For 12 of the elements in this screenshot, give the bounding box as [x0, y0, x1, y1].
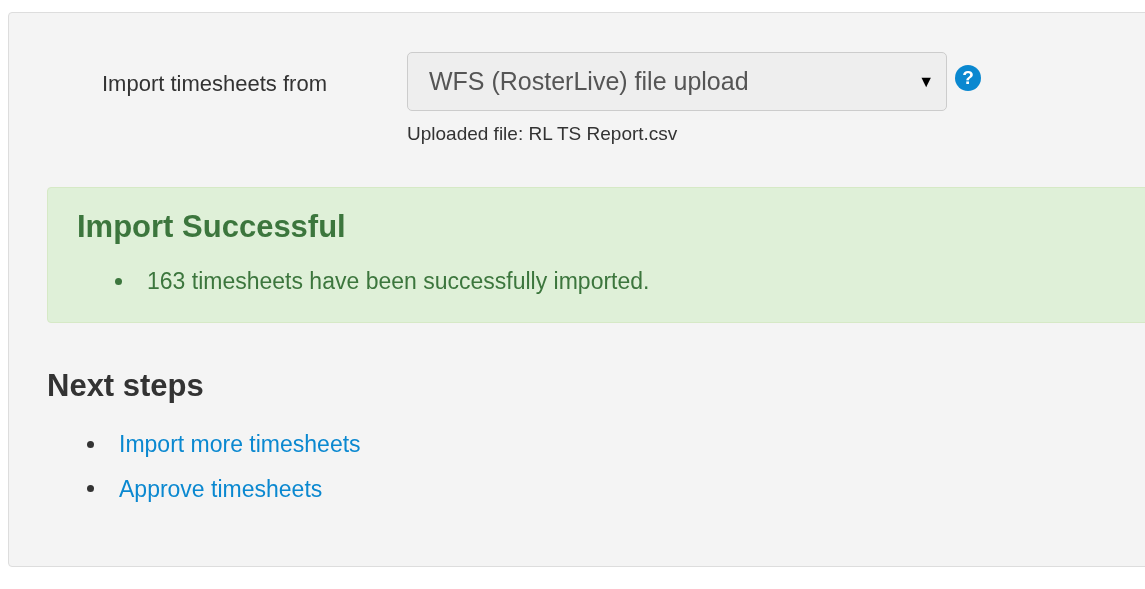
alert-message: 163 timesheets have been successfully imported. [147, 267, 650, 296]
section-heading: Next steps [47, 366, 204, 405]
bullet-icon [87, 485, 94, 493]
source-dropdown[interactable]: WFS (RosterLive) file upload ▼ [407, 52, 947, 111]
next-step-link[interactable]: Approve timesheets [119, 471, 323, 506]
alert-title: Import Successful [77, 207, 346, 246]
bullet-icon [115, 277, 122, 285]
next-step-link[interactable]: Import more timesheets [119, 427, 361, 462]
bullet-icon [87, 440, 94, 448]
help-icon[interactable]: ? [955, 64, 981, 91]
uploaded-file-text: Uploaded file: RL TS Report.csv [407, 122, 679, 146]
field-label: Import timesheets from [102, 70, 328, 98]
